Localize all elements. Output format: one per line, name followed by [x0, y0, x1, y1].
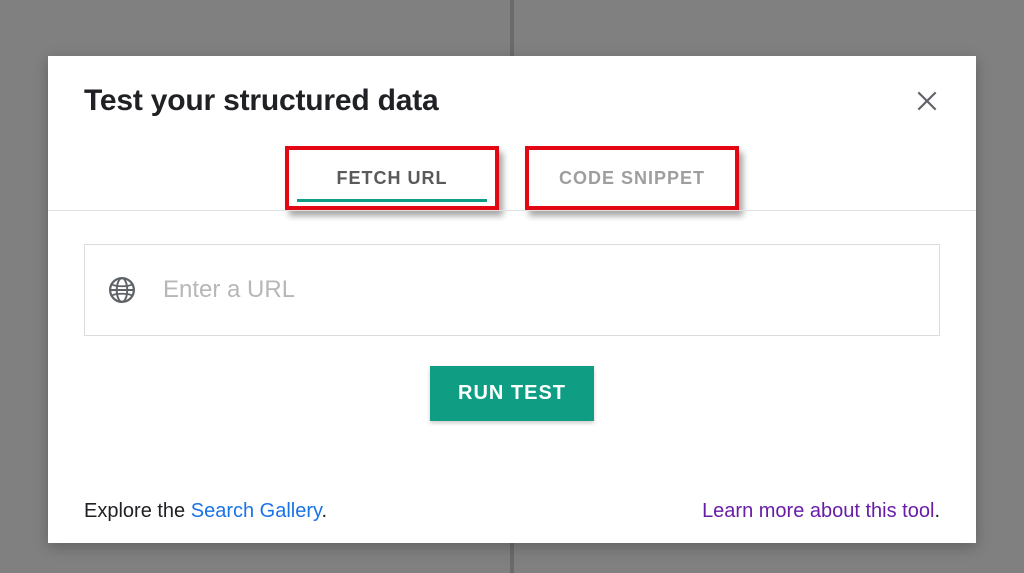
run-test-button[interactable]: RUN TEST: [430, 366, 594, 421]
modal-footer: Explore the Search Gallery. Learn more a…: [84, 470, 940, 523]
url-input-container: [84, 244, 940, 336]
annotation-highlight-code-snippet: CODE SNIPPET: [525, 146, 739, 210]
footer-text-suffix: .: [322, 500, 328, 522]
annotation-highlight-fetch-url: FETCH URL: [285, 146, 499, 210]
tabs-underline: [48, 210, 976, 211]
tab-fetch-url[interactable]: FETCH URL: [289, 150, 495, 206]
footer-text: Explore the: [84, 500, 191, 522]
close-button[interactable]: [914, 88, 940, 114]
close-icon: [914, 88, 940, 114]
learn-more-link[interactable]: Learn more about this tool: [702, 500, 934, 522]
footer-right-suffix: .: [934, 500, 940, 522]
modal-title: Test your structured data: [84, 84, 439, 118]
tab-code-snippet[interactable]: CODE SNIPPET: [529, 150, 735, 206]
run-row: RUN TEST: [84, 366, 940, 421]
tabs-row: FETCH URL CODE SNIPPET: [84, 146, 940, 210]
tab-label: CODE SNIPPET: [559, 168, 705, 189]
modal-header: Test your structured data: [84, 84, 940, 118]
structured-data-modal: Test your structured data FETCH URL CODE…: [48, 56, 976, 543]
tab-label: FETCH URL: [337, 168, 448, 189]
footer-left: Explore the Search Gallery.: [84, 500, 327, 523]
page-background: Test your structured data FETCH URL CODE…: [0, 0, 1024, 573]
globe-icon: [107, 275, 137, 305]
search-gallery-link[interactable]: Search Gallery: [191, 500, 322, 522]
run-test-label: RUN TEST: [458, 382, 566, 404]
footer-right: Learn more about this tool.: [702, 500, 940, 523]
url-input[interactable]: [163, 276, 917, 304]
